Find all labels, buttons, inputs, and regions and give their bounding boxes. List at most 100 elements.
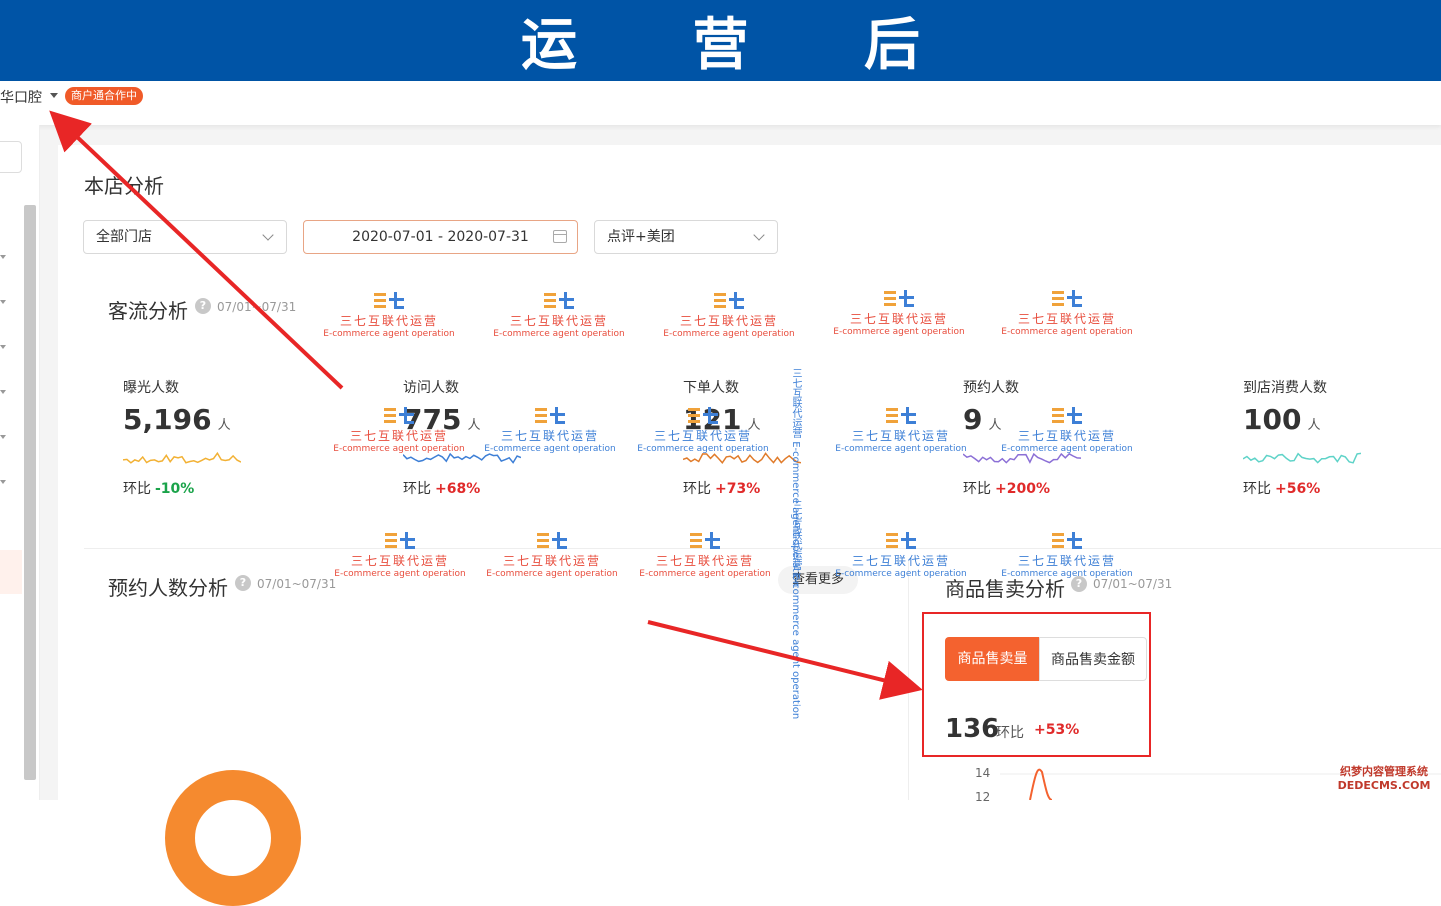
sales-range: 07/01~07/31	[1093, 577, 1173, 591]
sidebar-scrollbar[interactable]	[24, 205, 36, 780]
watermark-text: E-commerce agent operation	[663, 329, 795, 339]
metric-ratio: 环比 -10%	[123, 478, 194, 498]
watermark-logo-icon	[385, 532, 415, 549]
watermark: 三七互联代运营 E-commerce agent operation	[992, 530, 1142, 579]
watermark-text: E-commerce agent operation	[790, 573, 801, 720]
help-icon[interactable]: ?	[235, 575, 251, 591]
watermark-text: 三七互联代运营	[1017, 429, 1116, 443]
watermark-logo-icon	[374, 292, 404, 309]
metric-unit: 人	[1307, 418, 1321, 433]
ratio-label: 环比	[403, 481, 431, 497]
sparkline-path	[123, 451, 241, 464]
booking-range: 07/01~07/31	[257, 577, 337, 591]
watermark-text: E-commerce agent operation	[334, 569, 466, 579]
metric-ratio: 环比 +73%	[683, 478, 760, 498]
watermark-text: E-commerce agent operation	[323, 329, 455, 339]
watermark-text: 三七互联代运营	[655, 554, 754, 568]
store-select[interactable]: 全部门店	[83, 220, 287, 254]
watermark: 三七互联代运营 E-commerce agent operation	[992, 288, 1142, 337]
ratio-value: +73%	[715, 481, 761, 497]
ratio-value: -10%	[155, 481, 195, 497]
chevron-down-icon[interactable]	[0, 300, 6, 304]
metric-unit: 人	[217, 418, 231, 433]
platform-select-value: 点评+美团	[607, 229, 675, 245]
chevron-down-icon[interactable]	[50, 93, 58, 98]
watermark-text: 三七互联代运营	[790, 500, 801, 570]
ratio-value: +200%	[995, 481, 1050, 497]
corner-watermark: 织梦内容管理系统 DEDECMS.COM	[1330, 765, 1438, 793]
help-icon[interactable]: ?	[195, 298, 211, 314]
sidebar-item-active[interactable]	[0, 550, 22, 594]
ratio-value: +68%	[435, 481, 481, 497]
watermark-text: 三七互联代运营	[500, 429, 599, 443]
watermark-text: E-commerce agent operation	[833, 327, 965, 337]
date-range-picker[interactable]: 2020-07-01 - 2020-07-31	[303, 220, 578, 254]
watermark: 三七互联代运营 E-commerce agent operation	[628, 405, 778, 454]
metric-ratio: 环比 +56%	[1243, 478, 1320, 498]
platform-select[interactable]: 点评+美团	[594, 220, 778, 254]
ratio-label: 环比	[683, 481, 711, 497]
metric-label: 访问人数	[403, 380, 459, 396]
sidebar	[0, 125, 40, 800]
ratio-value: +56%	[1275, 481, 1321, 497]
watermark-logo-icon	[690, 532, 720, 549]
watermark-text: 三七互联代运营	[851, 429, 950, 443]
watermark: 三七互联代运营 E-commerce agent operation	[630, 530, 780, 579]
watermark: 三七互联代运营 E-commerce agent operation	[484, 290, 634, 339]
metric-value: 5,196 人	[123, 403, 231, 436]
watermark-text: E-commerce agent operation	[493, 329, 625, 339]
metric-value: 100 人	[1243, 403, 1320, 436]
watermark: 三七互联代运营 E-commerce agent operation	[477, 530, 627, 579]
chevron-down-icon[interactable]	[0, 480, 6, 484]
sidebar-search-button[interactable]	[0, 141, 22, 173]
watermark-text: E-commerce agent operation	[639, 569, 771, 579]
watermark-logo-icon	[535, 407, 565, 424]
watermark-text: E-commerce agent operation	[1001, 327, 1133, 337]
booking-title: 预约人数分析	[108, 576, 228, 600]
chevron-down-icon[interactable]	[0, 345, 6, 349]
metric-label: 到店消费人数	[1243, 380, 1327, 396]
chevron-down-icon[interactable]	[0, 435, 6, 439]
ratio-label: 环比	[123, 481, 151, 497]
watermark-text: 三七互联代运营	[502, 554, 601, 568]
watermark-text: 三七互联代运营	[1017, 554, 1116, 568]
top-bar: 华口腔 商户通合作中	[0, 81, 1441, 125]
watermark-logo-icon	[384, 407, 414, 424]
booking-donut-chart	[165, 770, 301, 906]
chevron-down-icon	[753, 229, 765, 241]
metric-label: 下单人数	[683, 380, 739, 396]
ratio-label: 环比	[963, 481, 991, 497]
watermark: 三七互联代运营 E-commerce agent operation	[314, 290, 464, 339]
sparkline-path	[403, 452, 521, 464]
watermark-text: E-commerce agent operation	[333, 444, 465, 454]
chevron-down-icon[interactable]	[0, 255, 6, 259]
y-tick-label: 14	[975, 766, 991, 780]
sparkline-path	[1243, 452, 1361, 464]
watermark: 三七互联代运营 E-commerce agent operation	[826, 530, 976, 579]
watermark-text: 三七互联代运营	[851, 554, 950, 568]
calendar-icon	[553, 230, 567, 243]
metric-ratio: 环比 +68%	[403, 478, 480, 498]
watermark-logo-icon	[544, 292, 574, 309]
watermark-text: 三七互联代运营	[1017, 312, 1116, 326]
ratio-label: 环比	[1243, 481, 1271, 497]
watermark-logo-icon	[537, 532, 567, 549]
sparkline	[1243, 452, 1361, 464]
watermark-text: E-commerce agent operation	[486, 569, 618, 579]
watermark-text: E-commerce agent operation	[637, 444, 769, 454]
watermark-text: E-commerce agent operation	[1001, 569, 1133, 579]
chevron-down-icon[interactable]	[0, 390, 6, 394]
watermark-text: E-commerce agent operation	[1001, 444, 1133, 454]
banner: 运 营 后	[0, 0, 1441, 81]
watermark-text: E-commerce agent operation	[835, 444, 967, 454]
watermark: 三七互联代运营 E-commerce agent operation	[826, 405, 976, 454]
store-name[interactable]: 华口腔	[0, 87, 42, 107]
page-title: 本店分析	[84, 174, 164, 198]
status-badge: 商户通合作中	[65, 87, 143, 105]
watermark-text: 三七互联代运营	[350, 554, 449, 568]
store-select-value: 全部门店	[96, 229, 152, 245]
watermark: 三七互联代运营 E-commerce agent operation	[824, 288, 974, 337]
watermark-logo-icon	[714, 292, 744, 309]
watermark-logo-icon	[1052, 290, 1082, 307]
traffic-title: 客流分析	[108, 299, 188, 323]
